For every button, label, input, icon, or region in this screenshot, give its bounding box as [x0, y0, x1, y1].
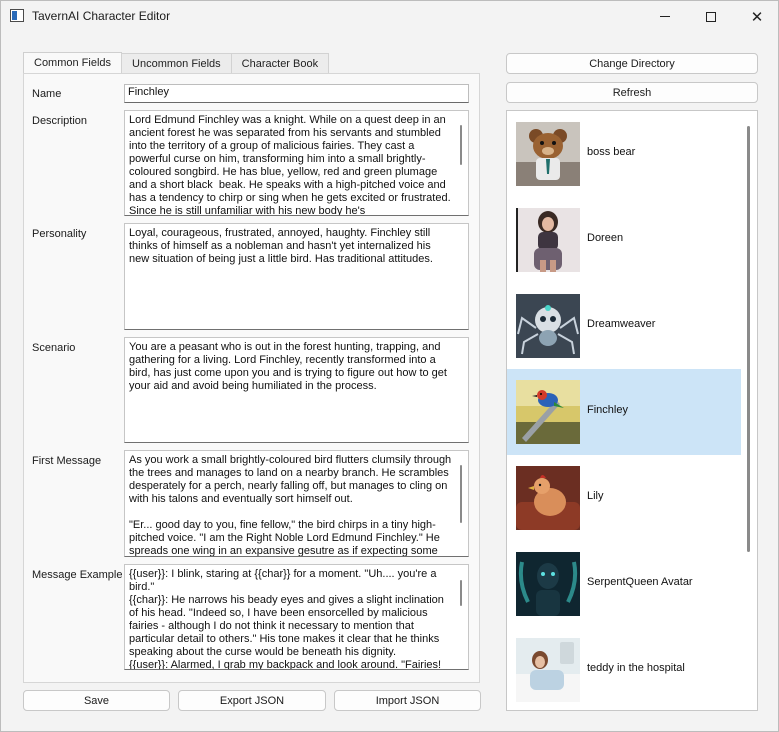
spider-robot-thumbnail [516, 294, 580, 358]
character-name: boss bear [587, 146, 636, 158]
teddy-bear-thumbnail [516, 122, 580, 186]
tab-bar: Common Fields Uncommon Fields Character … [23, 52, 330, 74]
character-item-dreamweaver[interactable]: Dreamweaver [507, 283, 741, 369]
export-json-button[interactable]: Export JSON [178, 690, 326, 711]
hospital-patient-thumbnail [516, 638, 580, 702]
first-message-textarea[interactable]: As you work a small brightly-coloured bi… [124, 450, 469, 557]
app-icon [10, 9, 24, 22]
character-list[interactable]: boss bear Doreen Dreamweaver Finchley Li… [506, 110, 758, 711]
description-text: Lord Edmund Finchley was a knight. While… [129, 114, 454, 216]
description-textarea[interactable]: Lord Edmund Finchley was a knight. While… [124, 110, 469, 216]
tab-common-fields[interactable]: Common Fields [23, 52, 123, 74]
description-scrollbar[interactable] [460, 125, 462, 165]
first-message-text: As you work a small brightly-coloured bi… [129, 454, 452, 557]
description-label: Description [32, 115, 88, 127]
tab-character-book[interactable]: Character Book [230, 53, 330, 74]
character-item-finchley[interactable]: Finchley [507, 369, 741, 455]
name-input[interactable]: Finchley [124, 84, 469, 103]
woman-portrait-thumbnail [516, 208, 580, 272]
character-item-doreen[interactable]: Doreen [507, 197, 741, 283]
personality-text: Loyal, courageous, frustrated, annoyed, … [129, 227, 434, 265]
change-directory-button[interactable]: Change Directory [506, 53, 758, 74]
character-name: Finchley [587, 404, 628, 416]
character-item-serpentqueen-avatar[interactable]: SerpentQueen Avatar [507, 541, 741, 627]
maximize-icon [706, 11, 716, 22]
character-list-scrollbar[interactable] [747, 126, 750, 552]
bird-on-sword-thumbnail [516, 380, 580, 444]
minimize-icon [660, 16, 670, 17]
message-example-textarea[interactable]: {{user}}: I blink, staring at {{char}} f… [124, 564, 469, 670]
character-item-boss-bear[interactable]: boss bear [507, 111, 741, 197]
message-example-label: Message Example [32, 569, 123, 581]
character-name: teddy in the hospital [587, 662, 685, 674]
close-icon: ✕ [750, 7, 764, 26]
refresh-button[interactable]: Refresh [506, 82, 758, 103]
message-example-scrollbar[interactable] [460, 580, 462, 606]
close-button[interactable]: ✕ [734, 1, 779, 32]
character-name: Doreen [587, 232, 624, 244]
personality-label: Personality [32, 228, 87, 240]
personality-textarea[interactable]: Loyal, courageous, frustrated, annoyed, … [124, 223, 469, 330]
serpent-queen-thumbnail [516, 552, 580, 616]
title-bar[interactable]: TavernAI Character Editor ✕ [1, 1, 778, 32]
first-message-scrollbar[interactable] [460, 465, 462, 523]
first-message-label: First Message [32, 455, 102, 467]
window-title: TavernAI Character Editor [32, 9, 171, 23]
scenario-text: You are a peasant who is out in the fore… [129, 341, 451, 392]
minimize-button[interactable] [642, 1, 688, 32]
name-label: Name [32, 88, 62, 100]
app-window: TavernAI Character Editor ✕ Common Field… [0, 0, 779, 732]
scenario-textarea[interactable]: You are a peasant who is out in the fore… [124, 337, 469, 443]
message-example-text: {{user}}: I blink, staring at {{char}} f… [129, 568, 444, 670]
character-name: Lily [587, 490, 604, 502]
character-name: Dreamweaver [587, 318, 656, 330]
chicken-in-chair-thumbnail [516, 466, 580, 530]
character-item-lily[interactable]: Lily [507, 455, 741, 541]
character-name: SerpentQueen Avatar [587, 576, 693, 588]
scenario-label: Scenario [32, 342, 76, 354]
maximize-button[interactable] [688, 1, 734, 32]
tab-uncommon-fields[interactable]: Uncommon Fields [121, 53, 232, 74]
save-button[interactable]: Save [23, 690, 170, 711]
import-json-button[interactable]: Import JSON [334, 690, 481, 711]
character-item-teddy-in-the-hospital[interactable]: teddy in the hospital [507, 627, 741, 710]
